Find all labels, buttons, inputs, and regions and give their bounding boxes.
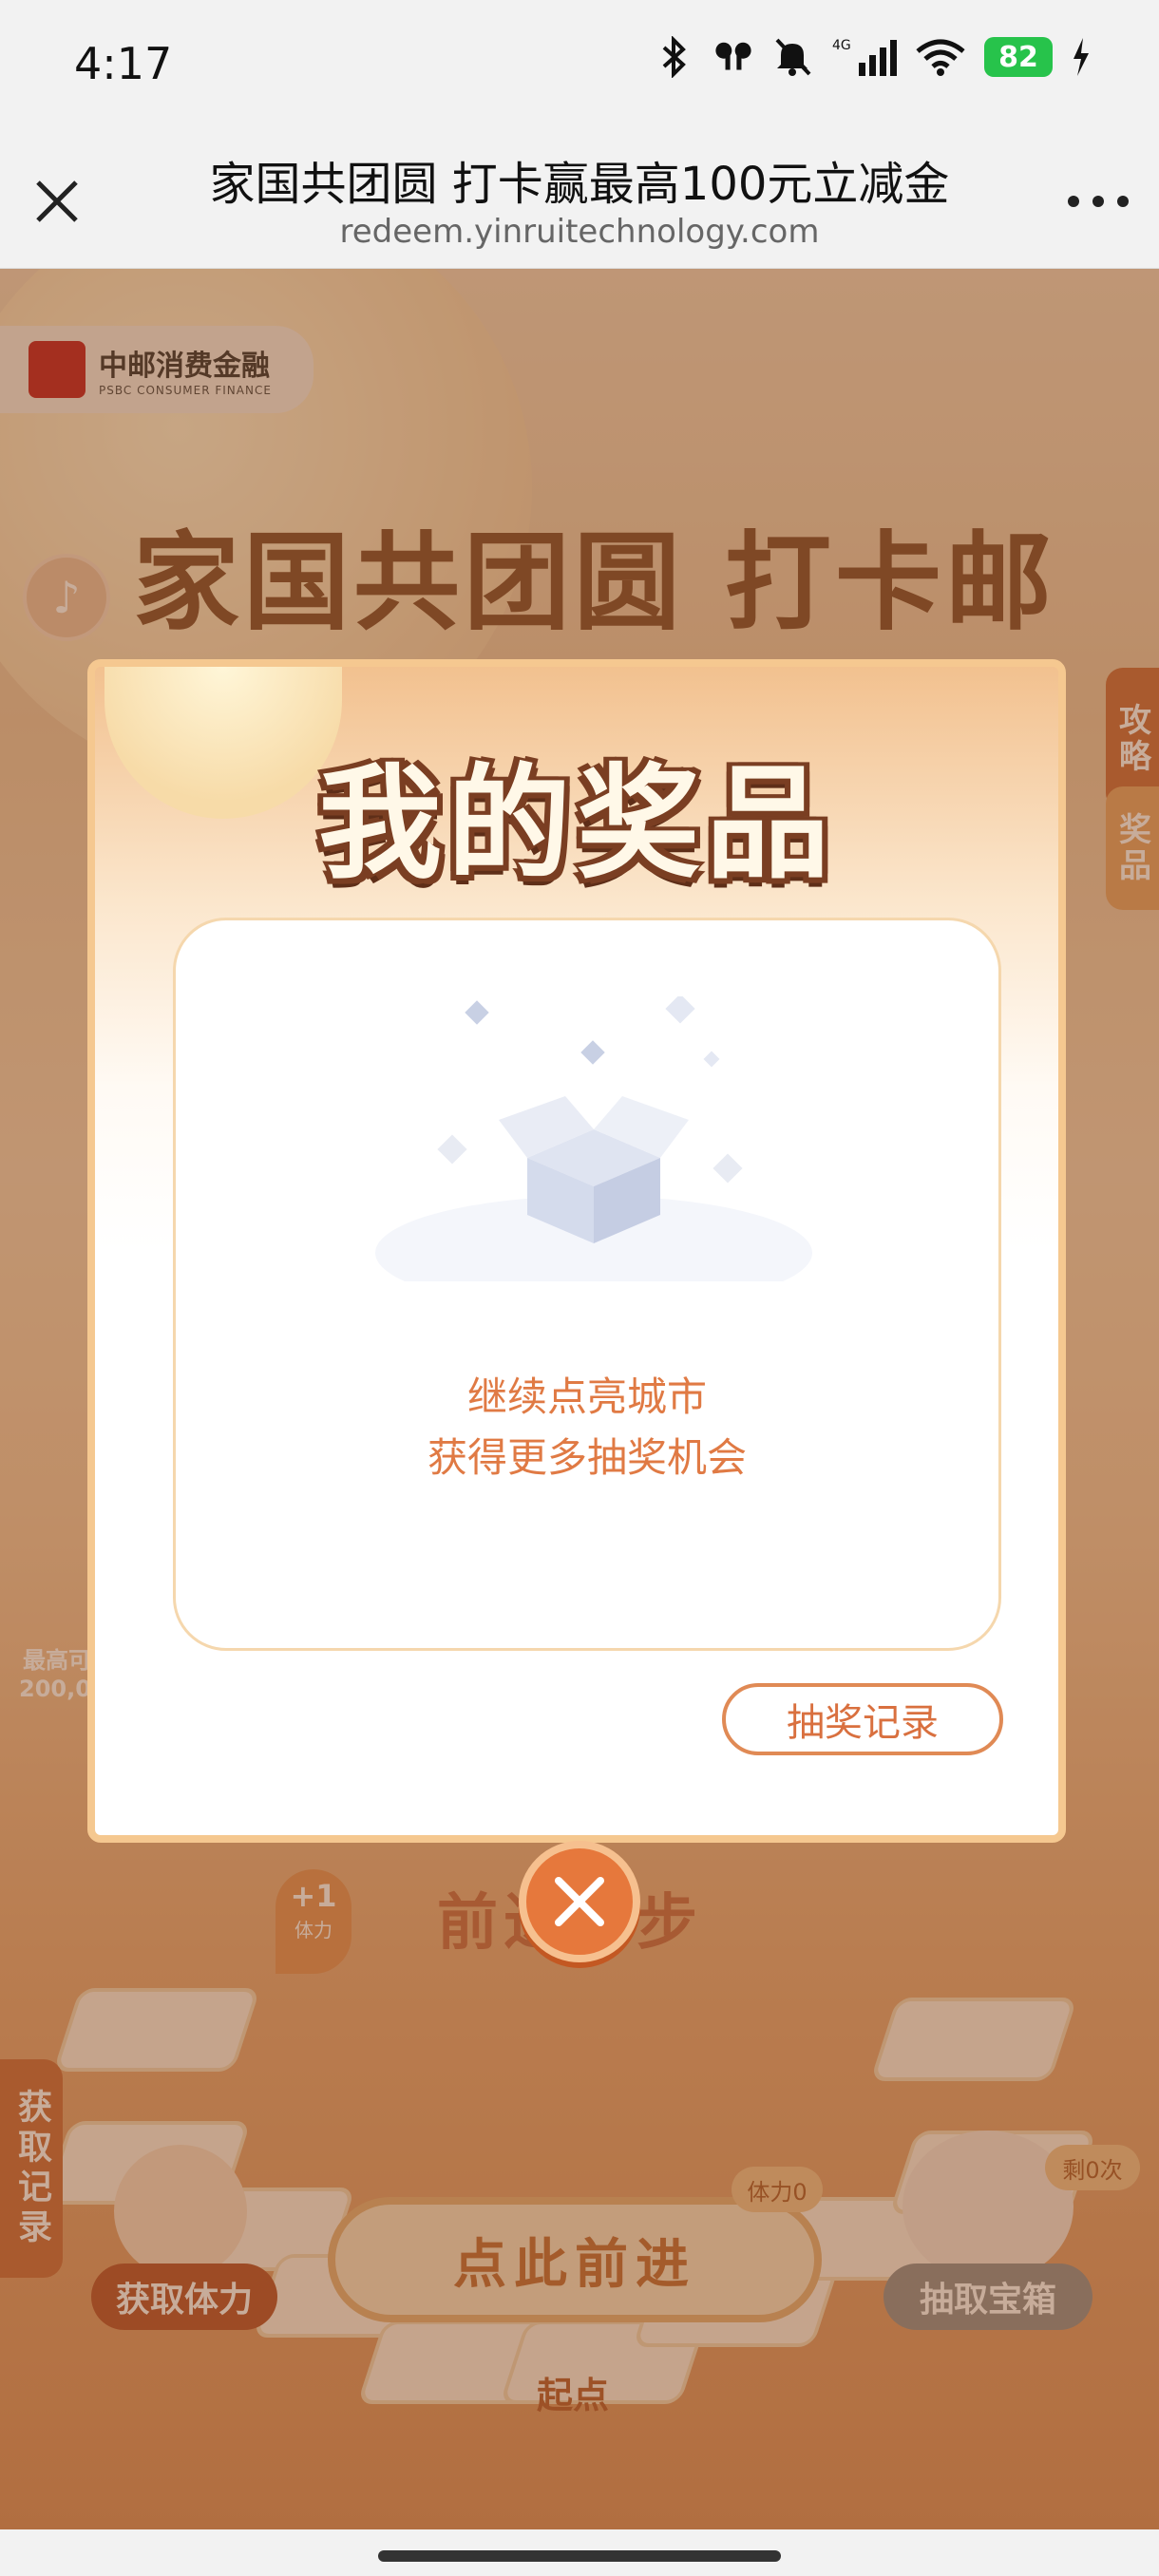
status-icons: 4G 82 [654, 36, 1092, 78]
browser-title-bar: 家国共团圆 打卡赢最高100元立减金 redeem.yinruitechnolo… [0, 133, 1159, 269]
page-title: 家国共团圆 打卡赢最高100元立减金 [209, 158, 950, 211]
dialog-title: 我的奖品 [317, 750, 835, 896]
prize-list-empty: 继续点亮城市 获得更多抽奖机会 [173, 918, 1001, 1651]
more-options-icon[interactable] [1068, 179, 1129, 224]
system-nav-bar [0, 2529, 1159, 2576]
mute-icon [771, 36, 813, 78]
home-gesture-handle[interactable] [378, 2550, 781, 2562]
my-prizes-dialog: 我的奖品 继续点亮城市 获得更多抽奖机会 抽奖记录 [87, 659, 1066, 1843]
earbuds-icon [712, 36, 754, 78]
charging-icon [1070, 36, 1092, 78]
lottery-record-button[interactable]: 抽奖记录 [722, 1683, 1003, 1755]
empty-message: 继续点亮城市 获得更多抽奖机会 [427, 1373, 747, 1481]
signal-4g-icon: 4G [830, 36, 897, 78]
close-icon [555, 1877, 604, 1926]
status-bar: 4:17 4G 82 [0, 0, 1159, 133]
battery-icon: 82 [984, 37, 1053, 77]
page-url: redeem.yinruitechnology.com [339, 213, 820, 251]
status-time: 4:17 [74, 38, 173, 89]
empty-box-icon [375, 996, 812, 1281]
svg-text:4G: 4G [832, 38, 851, 53]
bluetooth-icon [654, 36, 695, 78]
close-dialog-button[interactable] [519, 1841, 640, 1962]
wifi-icon [914, 36, 967, 78]
